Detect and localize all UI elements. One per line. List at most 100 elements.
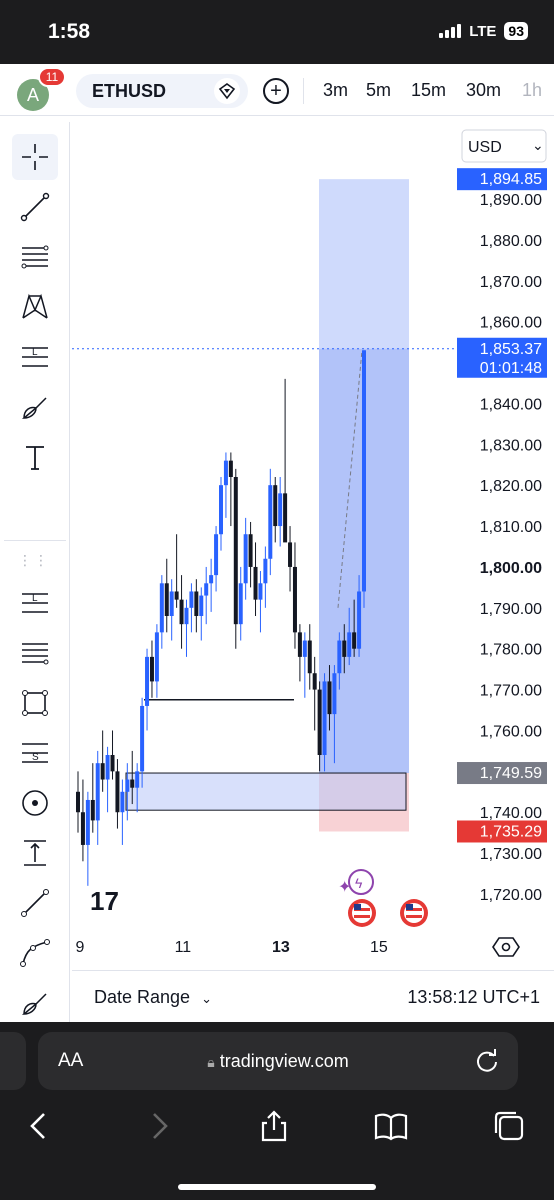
forward-icon[interactable]: [140, 1108, 176, 1144]
candle-body: [135, 771, 140, 788]
flag-stripe: [406, 915, 422, 918]
network-type: LTE: [469, 22, 497, 40]
time-tick-label: 11: [175, 939, 192, 956]
alert-diamond-icon[interactable]: [214, 78, 240, 104]
drawing-toolbar: L ⋮⋮ L S: [0, 122, 70, 1022]
path-icon: [20, 939, 50, 967]
svg-text:S: S: [32, 752, 39, 763]
tabs-icon[interactable]: [491, 1108, 527, 1144]
price-tick-label: 1,870.00: [480, 274, 542, 291]
position-lines-icon: S: [22, 743, 48, 763]
candle-body: [258, 583, 263, 600]
candle-body: [223, 460, 228, 486]
previous-tab[interactable]: [0, 1032, 26, 1090]
interval-15m[interactable]: 15m: [411, 80, 446, 101]
circle-tool[interactable]: [12, 780, 58, 826]
candle-body: [154, 632, 159, 682]
candle-body: [352, 632, 357, 649]
url-display[interactable]: 🔒︎ tradingview.com: [38, 1051, 518, 1072]
brush-tool[interactable]: [12, 384, 58, 430]
timezone-clock[interactable]: 13:58:12 UTC+1: [407, 987, 540, 1008]
candle-body: [268, 485, 273, 559]
path-tool[interactable]: [12, 930, 58, 976]
candle-body: [85, 799, 90, 845]
price-range-tool[interactable]: [12, 830, 58, 876]
symbol-search-button[interactable]: ETHUSD: [76, 74, 248, 108]
interval-5m[interactable]: 5m: [366, 80, 391, 101]
price-tick-label: 1,840.00: [480, 396, 542, 413]
bookmarks-icon[interactable]: [373, 1108, 409, 1144]
interval-30m[interactable]: 30m: [466, 80, 501, 101]
demand-zone-rectangle[interactable]: [125, 772, 407, 811]
back-icon[interactable]: [22, 1108, 58, 1144]
candle-body: [184, 607, 189, 625]
sparkle-icon: ✦: [338, 879, 351, 896]
candle-body: [164, 583, 169, 616]
toolbar-divider: [303, 78, 304, 104]
long-position-tool-2[interactable]: L: [12, 580, 58, 626]
home-indicator: [178, 1184, 376, 1190]
candle-body: [80, 812, 85, 845]
interval-1h[interactable]: 1h: [522, 80, 542, 101]
candle-body: [297, 632, 302, 657]
svg-text:L: L: [32, 593, 38, 604]
url-text: tradingview.com: [219, 1051, 349, 1071]
short-position-tool[interactable]: S: [12, 730, 58, 776]
battery-icon: 93: [504, 22, 528, 40]
chevron-down-icon: ⌄: [201, 991, 212, 1006]
reload-icon[interactable]: [474, 1048, 500, 1074]
browser-toolbar: [0, 1108, 554, 1148]
candle-body: [288, 542, 293, 567]
price-label-text: 1,894.85: [480, 171, 542, 188]
candle-body: [347, 632, 352, 657]
price-tick-label: 1,820.00: [480, 478, 542, 495]
fib-tool-2[interactable]: [12, 630, 58, 676]
candle-body: [105, 755, 110, 780]
price-tick-label: 1,800.00: [480, 560, 542, 577]
status-icons: LTE 93: [439, 22, 528, 40]
candle-body: [233, 477, 238, 625]
interval-3m[interactable]: 3m: [323, 80, 348, 101]
candle-body: [209, 575, 214, 584]
candle-body: [263, 558, 268, 584]
time-axis[interactable]: 9 11 13 15: [72, 934, 554, 974]
toolbar-divider: [4, 540, 66, 541]
svg-text:L: L: [32, 347, 38, 358]
date-range-button[interactable]: Date Range ⌄: [94, 987, 212, 1008]
long-position-tool[interactable]: L: [12, 334, 58, 380]
candle-body: [76, 791, 80, 813]
candle-body: [120, 791, 125, 813]
bolt-icon: ϟ: [355, 875, 363, 891]
crosshair-tool[interactable]: [12, 134, 58, 180]
brush-tool-2[interactable]: [12, 980, 58, 1026]
candle-body: [199, 595, 204, 616]
candle-body: [214, 534, 219, 576]
candle-body: [90, 799, 95, 821]
price-tick-label: 1,880.00: [480, 233, 542, 250]
top-toolbar: A 11 ETHUSD + 3m 5m 15m 30m 1h: [0, 64, 554, 116]
chart-settings-icon[interactable]: [492, 937, 520, 957]
pattern-tool[interactable]: [12, 284, 58, 330]
price-tick-label: 1,740.00: [480, 805, 542, 822]
address-bar[interactable]: AA 🔒︎ tradingview.com: [38, 1032, 518, 1090]
candle-body: [228, 460, 233, 477]
text-tool[interactable]: [12, 434, 58, 480]
flag-stripe: [354, 915, 370, 918]
drag-handle-icon[interactable]: ⋮⋮: [18, 552, 50, 569]
candle-body: [292, 566, 297, 633]
flag-canton: [406, 904, 413, 910]
candle-body: [332, 673, 337, 715]
price-chart[interactable]: 1,890.001,880.001,870.001,860.001,850.00…: [72, 122, 554, 970]
rectangle-tool[interactable]: [12, 680, 58, 726]
candle-body: [243, 534, 248, 584]
fib-retracement-tool[interactable]: [12, 234, 58, 280]
time-tick-label: 9: [76, 939, 85, 956]
position-lines-icon: L: [22, 347, 48, 367]
add-symbol-button[interactable]: +: [263, 78, 289, 104]
candle-body: [130, 779, 135, 788]
status-bar: 1:58 LTE 93: [0, 0, 554, 64]
ray-tool[interactable]: [12, 880, 58, 926]
trend-line-tool[interactable]: [12, 184, 58, 230]
tradingview-app: A 11 ETHUSD + 3m 5m 15m 30m 1h L ⋮⋮ L S …: [0, 64, 554, 1022]
share-icon[interactable]: [256, 1108, 292, 1144]
